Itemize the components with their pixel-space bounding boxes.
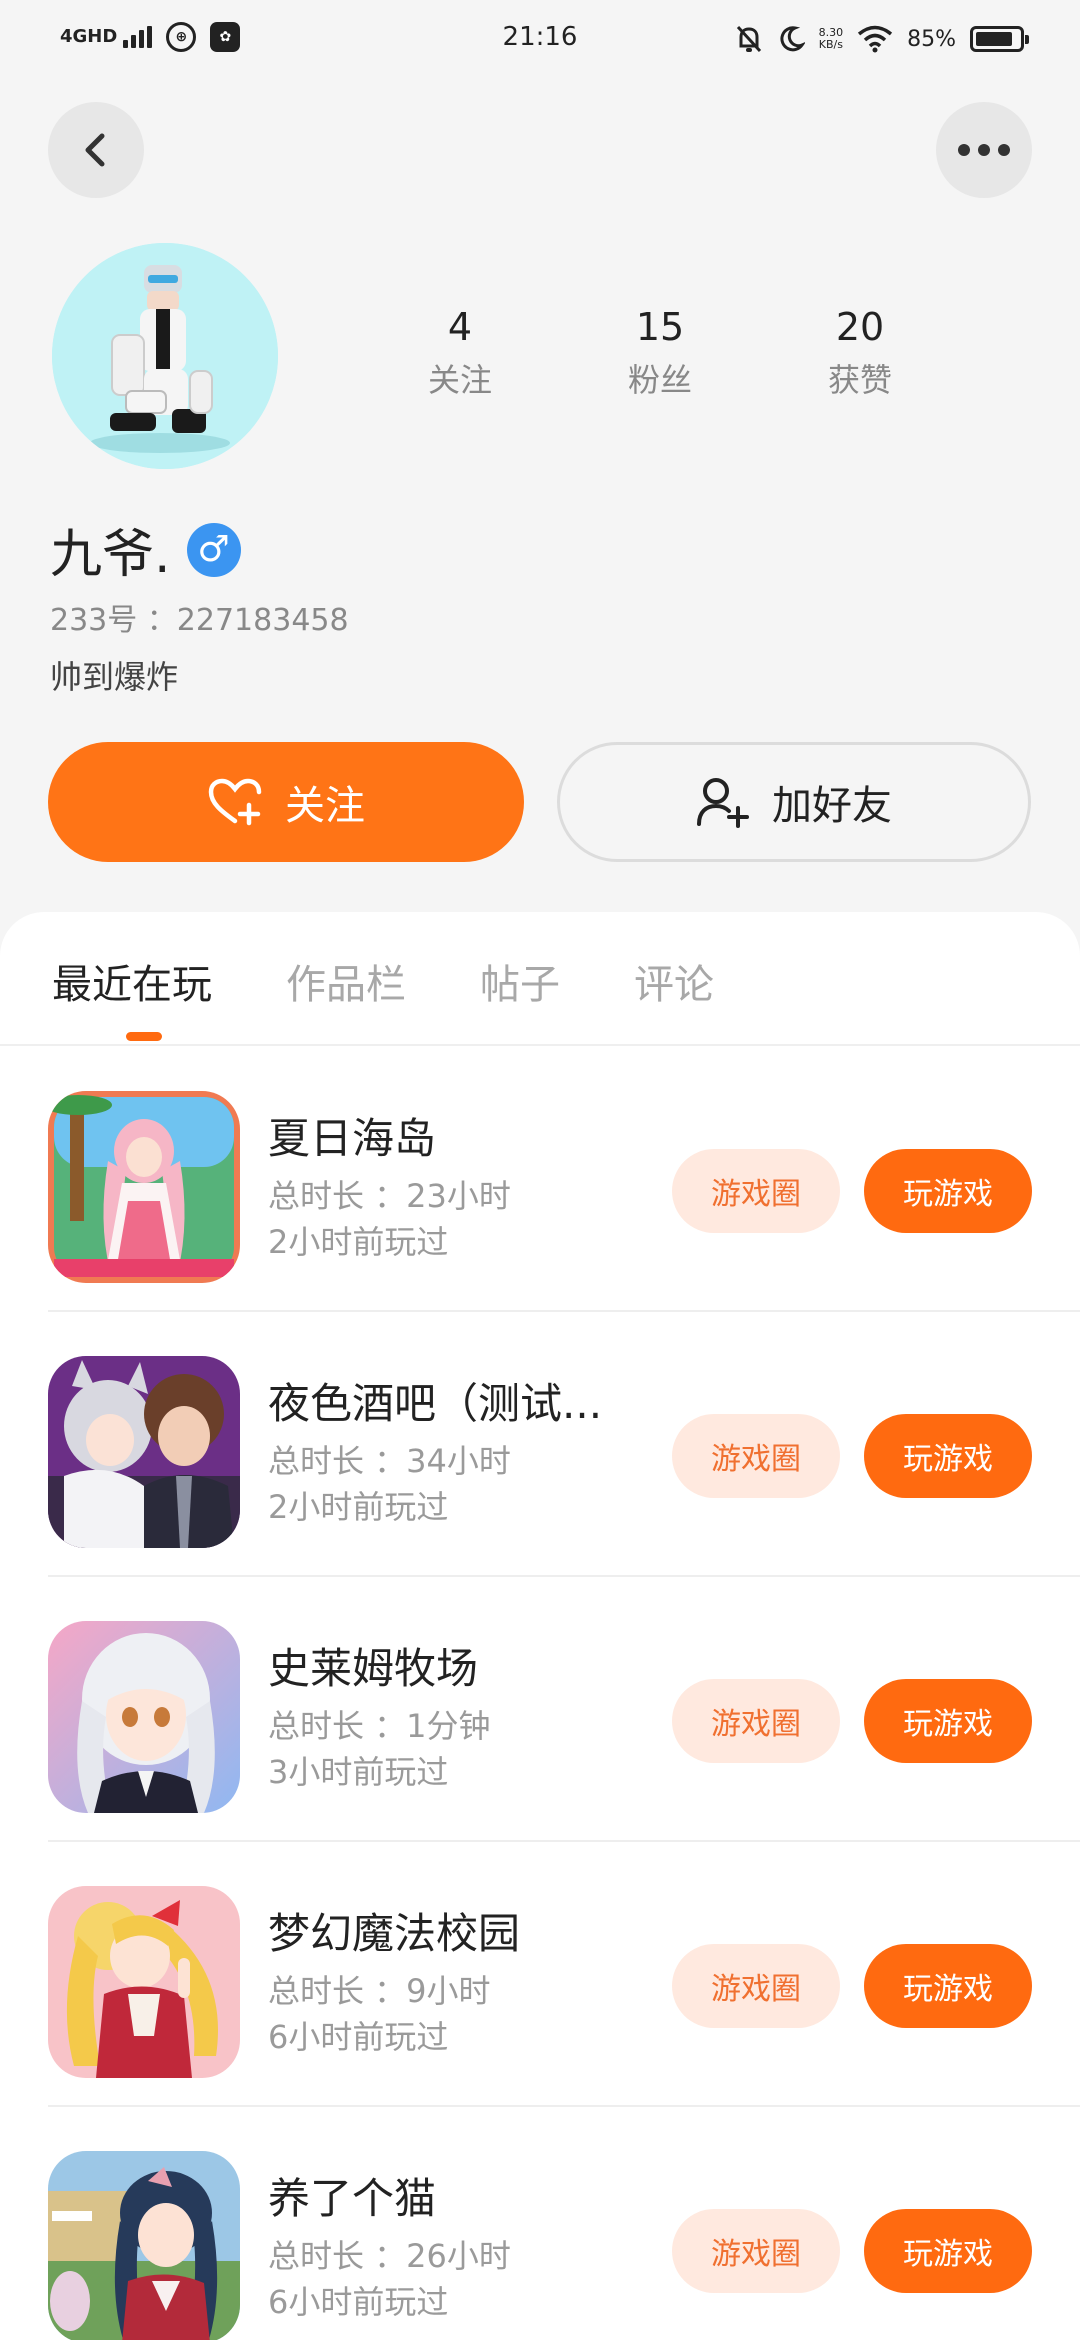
back-button[interactable] (48, 102, 144, 198)
stat-label: 粉丝 (627, 361, 692, 399)
game-list: 夏日海岛 总时长 ：23小时 2小时前玩过 游戏圈 玩游戏 夜色酒吧（测试...… (0, 1047, 1080, 2340)
tab-recently-played[interactable]: 最近在玩 (52, 952, 212, 1010)
game-circle-button[interactable]: 游戏圈 (672, 1679, 840, 1763)
user-bio: 帅到爆炸 (50, 658, 179, 696)
game-thumbnail (48, 1356, 240, 1548)
follow-button[interactable]: 关注 (48, 742, 524, 862)
more-dots-icon (958, 144, 1010, 156)
game-total-time: 总时长 ：9小时 (268, 1972, 491, 2010)
wifi-icon (857, 25, 893, 53)
content-panel: 最近在玩 作品栏 帖子 评论 夏日海岛 总时长 ：23小时 2小时前玩过 游戏圈… (0, 912, 1080, 2340)
name-row: 九爷. ♂ (50, 512, 241, 587)
play-game-button[interactable]: 玩游戏 (864, 1944, 1032, 2028)
chevron-left-icon (85, 133, 105, 167)
network-speed: 8.30 KB/s (819, 27, 844, 51)
game-thumbnail (48, 2151, 240, 2340)
battery-fill (976, 32, 1012, 46)
game-last-played: 2小时前玩过 (268, 1488, 449, 1526)
play-game-button[interactable]: 玩游戏 (864, 1149, 1032, 1233)
avatar-image (52, 243, 278, 469)
tab-divider (0, 1044, 1080, 1046)
game-row[interactable]: 养了个猫 总时长 ：26小时 6小时前玩过 游戏圈 玩游戏 (0, 2107, 1080, 2340)
game-row[interactable]: 梦幻魔法校园 总时长 ：9小时 6小时前玩过 游戏圈 玩游戏 (0, 1842, 1080, 2107)
battery-percent: 85% (907, 26, 956, 52)
bell-muted-icon (736, 25, 761, 53)
add-friend-button[interactable]: 加好友 (557, 742, 1031, 862)
game-row[interactable]: 夜色酒吧（测试... 总时长 ：34小时 2小时前玩过 游戏圈 玩游戏 (0, 1312, 1080, 1577)
play-game-button[interactable]: 玩游戏 (864, 1679, 1032, 1763)
stat-label: 获赞 (827, 361, 892, 399)
more-button[interactable] (936, 102, 1032, 198)
tab-comments[interactable]: 评论 (634, 952, 714, 1010)
game-title: 夏日海岛 (268, 1114, 437, 1163)
status-bar: 4GHD ⊕ ✿ 21:16 8.30 KB/s 85% (0, 0, 1080, 80)
game-thumbnail (48, 1621, 240, 1813)
game-title: 史莱姆牧场 (268, 1644, 479, 1693)
stat-value: 4 (447, 305, 473, 349)
game-last-played: 6小时前玩过 (268, 2283, 449, 2321)
game-icon[interactable] (48, 1886, 240, 2078)
add-friend-label: 加好友 (772, 783, 892, 829)
user-plus-icon (697, 778, 749, 828)
game-total-time: 总时长 ：1分钟 (268, 1707, 491, 1745)
game-thumbnail (48, 1091, 240, 1283)
game-icon[interactable] (48, 1621, 240, 1813)
game-circle-button[interactable]: 游戏圈 (672, 1149, 840, 1233)
game-circle-button[interactable]: 游戏圈 (672, 1944, 840, 2028)
game-thumbnail (48, 1886, 240, 2078)
game-title: 夜色酒吧（测试... (268, 1379, 603, 1428)
speed-unit: KB/s (818, 38, 843, 51)
status-right: 8.30 KB/s 85% (735, 24, 1029, 54)
game-last-played: 6小时前玩过 (268, 2018, 449, 2056)
game-circle-button[interactable]: 游戏圈 (672, 1414, 840, 1498)
game-last-played: 3小时前玩过 (268, 1753, 449, 1791)
game-last-played: 2小时前玩过 (268, 1223, 449, 1261)
game-row[interactable]: 史莱姆牧场 总时长 ：1分钟 3小时前玩过 游戏圈 玩游戏 (0, 1577, 1080, 1842)
profile-stats: 4 关注 15 粉丝 20 获赞 (360, 305, 960, 401)
tab-works[interactable]: 作品栏 (286, 952, 406, 1010)
play-game-button[interactable]: 玩游戏 (864, 2209, 1032, 2293)
game-total-time: 总时长 ：34小时 (268, 1442, 511, 1480)
active-tab-indicator (126, 1032, 162, 1041)
stat-likes[interactable]: 20 获赞 (760, 305, 960, 401)
moon-icon (780, 26, 805, 52)
game-circle-button[interactable]: 游戏圈 (672, 2209, 840, 2293)
male-gender-icon: ♂ (186, 522, 241, 577)
game-title: 梦幻魔法校园 (268, 1909, 521, 1958)
game-title: 养了个猫 (268, 2174, 437, 2223)
stat-value: 15 (635, 305, 685, 349)
stat-followers[interactable]: 15 粉丝 (560, 305, 760, 401)
tab-bar: 最近在玩 作品栏 帖子 评论 (52, 952, 788, 1010)
game-icon[interactable] (48, 2151, 240, 2340)
follow-label: 关注 (285, 783, 365, 829)
username: 九爷. (50, 525, 171, 585)
heart-plus-icon (208, 778, 262, 826)
game-icon[interactable] (48, 1091, 240, 1283)
game-total-time: 总时长 ：26小时 (268, 2237, 511, 2275)
stat-following[interactable]: 4 关注 (360, 305, 560, 401)
game-icon[interactable] (48, 1356, 240, 1548)
stat-value: 20 (835, 305, 885, 349)
avatar[interactable] (52, 243, 278, 469)
battery-icon (970, 26, 1029, 52)
play-game-button[interactable]: 玩游戏 (864, 1414, 1032, 1498)
user-id: 233号 ：227183458 (50, 603, 349, 638)
stat-label: 关注 (427, 361, 492, 399)
game-row[interactable]: 夏日海岛 总时长 ：23小时 2小时前玩过 游戏圈 玩游戏 (0, 1047, 1080, 1312)
tab-posts[interactable]: 帖子 (480, 952, 560, 1010)
game-total-time: 总时长 ：23小时 (268, 1177, 511, 1215)
